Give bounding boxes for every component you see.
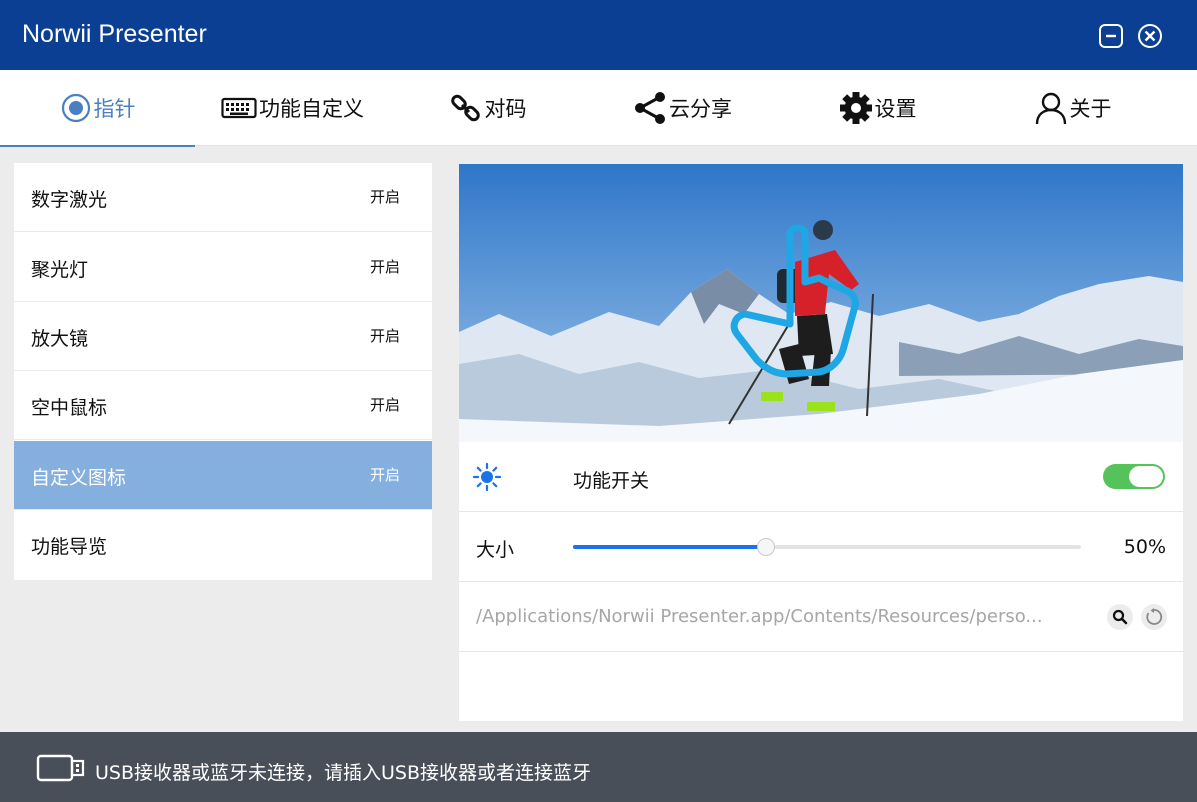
tab-pairing[interactable]: 对码 — [390, 70, 585, 146]
feature-label: 数字激光 — [31, 189, 108, 211]
brightness-icon — [472, 462, 502, 495]
size-row: 大小 50% — [459, 512, 1183, 582]
size-label: 大小 — [476, 539, 515, 561]
feature-status: 开启 — [369, 466, 400, 484]
tab-label: 设置 — [874, 97, 917, 121]
share-icon — [633, 91, 667, 125]
feature-toggle-label: 功能开关 — [573, 470, 650, 492]
tab-settings[interactable]: 设置 — [780, 70, 975, 146]
feature-item-spotlight[interactable]: 聚光灯 开启 — [14, 233, 432, 302]
feature-status: 开启 — [369, 396, 400, 414]
tab-bar: 指针 功能自定义 对码 云分享 设置 关于 — [0, 70, 1197, 147]
gear-icon — [839, 91, 873, 125]
feature-list: 数字激光 开启 聚光灯 开启 放大镜 开启 空中鼠标 开启 自定义图标 开启 功… — [14, 163, 432, 580]
target-icon — [60, 92, 92, 124]
search-icon — [1112, 609, 1128, 625]
user-icon — [1034, 91, 1068, 125]
slider-thumb[interactable] — [757, 538, 776, 556]
tab-about[interactable]: 关于 — [975, 70, 1170, 146]
feature-label: 放大镜 — [31, 328, 89, 350]
tab-label: 关于 — [1069, 97, 1112, 121]
feature-status: 开启 — [369, 188, 400, 206]
settings-panel: 功能开关 大小 50% /Applications/Norwii Present… — [459, 164, 1183, 721]
browse-button[interactable] — [1107, 604, 1133, 630]
reset-button[interactable] — [1141, 604, 1167, 630]
feature-item-guide[interactable]: 功能导览 — [14, 510, 432, 579]
icon-path-field[interactable]: /Applications/Norwii Presenter.app/Conte… — [476, 606, 1086, 627]
feature-status: 开启 — [369, 258, 400, 276]
close-icon — [1138, 24, 1162, 48]
status-bar: USB接收器或蓝牙未连接，请插入USB接收器或者连接蓝牙 — [0, 732, 1197, 802]
feature-item-magnifier[interactable]: 放大镜 开启 — [14, 302, 432, 371]
size-value: 50% — [1123, 536, 1166, 558]
slider-fill — [573, 545, 767, 549]
app-title: Norwii Presenter — [22, 20, 207, 48]
close-button[interactable] — [1137, 23, 1163, 49]
tab-label: 功能自定义 — [259, 97, 364, 121]
tab-label: 云分享 — [669, 97, 732, 121]
feature-status: 开启 — [369, 327, 400, 345]
title-bar: Norwii Presenter — [0, 0, 1197, 70]
tab-pointer[interactable]: 指针 — [0, 70, 195, 147]
connection-status-text: USB接收器或蓝牙未连接，请插入USB接收器或者连接蓝牙 — [95, 762, 592, 784]
refresh-icon — [1146, 608, 1163, 625]
feature-label: 空中鼠标 — [31, 397, 108, 419]
keyboard-icon — [221, 96, 257, 120]
feature-item-air-mouse[interactable]: 空中鼠标 开启 — [14, 371, 432, 440]
feature-toggle-switch[interactable] — [1103, 464, 1165, 489]
size-slider[interactable] — [573, 538, 1081, 556]
tab-label: 对码 — [484, 97, 527, 121]
tab-customize[interactable]: 功能自定义 — [195, 70, 390, 146]
minimize-button[interactable] — [1098, 23, 1124, 49]
icon-path-row: /Applications/Norwii Presenter.app/Conte… — [459, 582, 1183, 652]
feature-item-digital-laser[interactable]: 数字激光 开启 — [14, 163, 432, 232]
usb-icon — [36, 753, 86, 787]
feature-toggle-row: 功能开关 — [459, 442, 1183, 512]
minimize-icon — [1099, 24, 1123, 48]
feature-label: 功能导览 — [31, 536, 108, 558]
feature-item-custom-icon[interactable]: 自定义图标 开启 — [14, 441, 432, 510]
preview-image — [459, 164, 1183, 442]
toggle-knob — [1129, 466, 1163, 487]
feature-label: 聚光灯 — [31, 259, 89, 281]
tab-cloud-share[interactable]: 云分享 — [585, 70, 780, 146]
tab-label: 指针 — [93, 97, 136, 121]
feature-label: 自定义图标 — [31, 467, 127, 489]
link-icon — [449, 91, 483, 125]
